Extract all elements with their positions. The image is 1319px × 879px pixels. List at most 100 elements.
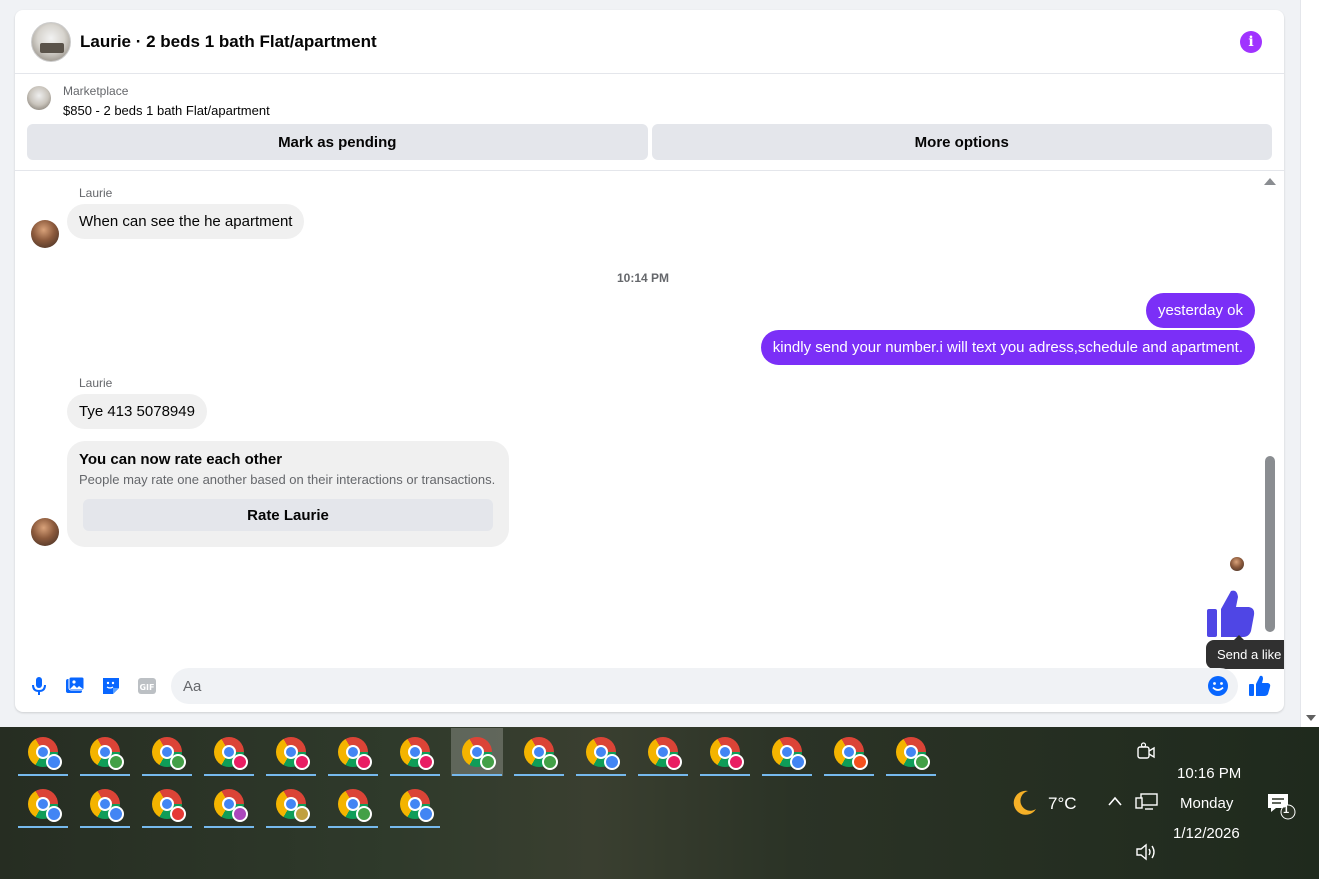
taskbar-chrome-profile-icon[interactable] [389, 728, 441, 776]
running-indicator [824, 774, 874, 776]
profile-badge-icon [604, 754, 620, 770]
running-indicator [18, 774, 68, 776]
volume-icon[interactable] [1135, 842, 1159, 862]
taskbar-chrome-profile-icon[interactable] [141, 780, 193, 828]
contact-avatar[interactable] [31, 518, 59, 546]
running-indicator [266, 774, 316, 776]
taskbar-chrome-profile-icon[interactable] [885, 728, 937, 776]
taskbar-chrome-profile-icon[interactable] [327, 728, 379, 776]
profile-badge-icon [914, 754, 930, 770]
mark-pending-button[interactable]: Mark as pending [27, 124, 648, 160]
chat-window: Laurie · 2 beds 1 bath Flat/apartment i … [15, 10, 1284, 712]
message-input-placeholder: Aa [183, 677, 202, 695]
scroll-thumb[interactable] [1265, 456, 1275, 632]
chrome-icon [772, 737, 806, 770]
taskbar-chrome-profile-icon[interactable] [699, 728, 751, 776]
chrome-icon [400, 789, 434, 822]
message-input[interactable]: Aa [171, 668, 1238, 704]
taskbar-chrome-profile-icon[interactable] [327, 780, 379, 828]
profile-badge-icon [418, 754, 434, 770]
taskbar-chrome-profile-icon[interactable] [17, 728, 69, 776]
outgoing-message[interactable]: kindly send your number.i will text you … [760, 330, 1255, 365]
chrome-icon [586, 737, 620, 770]
meet-now-icon[interactable] [1135, 741, 1157, 763]
thumbs-up-icon[interactable] [1205, 587, 1257, 641]
taskbar-chrome-profile-icon[interactable] [79, 780, 131, 828]
clock-date[interactable]: 1/12/2026 [1173, 825, 1240, 842]
chat-title[interactable]: Laurie · 2 beds 1 bath Flat/apartment [80, 32, 377, 52]
taskbar-chrome-profile-icon[interactable] [79, 728, 131, 776]
chrome-icon [834, 737, 868, 770]
chrome-icon [214, 737, 248, 770]
listing-thumbnail[interactable] [27, 86, 51, 110]
more-options-button[interactable]: More options [651, 124, 1272, 160]
seen-receipt-avatar [1230, 557, 1244, 571]
taskbar-chrome-profile-icon[interactable] [637, 728, 689, 776]
listing-description[interactable]: $850 - 2 beds 1 bath Flat/apartment [63, 103, 270, 118]
running-indicator [514, 774, 564, 776]
running-indicator [18, 826, 68, 828]
profile-badge-icon [666, 754, 682, 770]
taskbar-chrome-profile-icon[interactable] [203, 728, 255, 776]
taskbar-chrome-profile-icon[interactable] [451, 728, 503, 776]
taskbar-chrome-profile-icon[interactable] [265, 780, 317, 828]
microphone-icon[interactable] [27, 674, 51, 698]
taskbar-chrome-profile-icon[interactable] [761, 728, 813, 776]
composer: GIF Aa [15, 660, 1284, 712]
rate-card: You can now rate each other People may r… [67, 441, 509, 547]
notification-center-icon[interactable] [1266, 791, 1298, 823]
running-indicator [700, 774, 750, 776]
send-like-icon[interactable] [1248, 674, 1272, 698]
chat-header: Laurie · 2 beds 1 bath Flat/apartment i [15, 10, 1284, 74]
rate-contact-button[interactable]: Rate Laurie [83, 499, 493, 531]
weather-temperature[interactable]: 7°C [1048, 794, 1077, 814]
chrome-icon [276, 737, 310, 770]
sender-name: Laurie [79, 376, 113, 390]
message-list: Laurie When can see the he apartment 10:… [15, 172, 1284, 669]
clock-time[interactable]: 10:16 PM [1177, 765, 1241, 782]
emoji-icon[interactable] [1206, 674, 1230, 698]
page-scrollbar[interactable] [1300, 0, 1319, 727]
moon-weather-icon[interactable] [1008, 787, 1040, 819]
contact-avatar[interactable] [31, 220, 59, 248]
taskbar-chrome-profile-icon[interactable] [823, 728, 875, 776]
running-indicator [452, 774, 502, 776]
taskbar-chrome-profile-icon[interactable] [513, 728, 565, 776]
taskbar-chrome-profile-icon[interactable] [141, 728, 193, 776]
chevron-up-icon[interactable] [1107, 795, 1123, 807]
incoming-message[interactable]: When can see the he apartment [67, 204, 305, 239]
taskbar-chrome-profile-icon[interactable] [389, 780, 441, 828]
profile-badge-icon [232, 754, 248, 770]
taskbar: 7°C 10:16 PM Monday 1/12/2026 1 [0, 727, 1319, 879]
gif-icon[interactable]: GIF [135, 674, 159, 698]
chrome-icon [214, 789, 248, 822]
message-timestamp: 10:14 PM [617, 271, 670, 285]
profile-badge-icon [46, 806, 62, 822]
listing-panel: Marketplace $850 - 2 beds 1 bath Flat/ap… [15, 74, 1284, 171]
sticker-icon[interactable] [99, 674, 123, 698]
scroll-down-arrow-icon[interactable] [1306, 715, 1316, 721]
taskbar-chrome-profile-icon[interactable] [203, 780, 255, 828]
profile-badge-icon [728, 754, 744, 770]
incoming-message[interactable]: Tye 413 5078949 [67, 394, 207, 429]
profile-badge-icon [294, 754, 310, 770]
info-icon[interactable]: i [1240, 30, 1262, 53]
taskbar-chrome-profile-icon[interactable] [17, 780, 69, 828]
profile-badge-icon [46, 754, 62, 770]
outgoing-message[interactable]: yesterday ok [1145, 293, 1255, 328]
photo-icon[interactable] [63, 674, 87, 698]
profile-badge-icon [108, 806, 124, 822]
taskbar-chrome-profile-icon[interactable] [265, 728, 317, 776]
taskbar-chrome-profile-icon[interactable] [575, 728, 627, 776]
listing-avatar[interactable] [31, 21, 71, 62]
chrome-icon [524, 737, 558, 770]
running-indicator [390, 774, 440, 776]
message-scrollbar[interactable] [1264, 178, 1276, 632]
scroll-up-arrow-icon[interactable] [1264, 178, 1276, 185]
running-indicator [328, 826, 378, 828]
profile-badge-icon [356, 806, 372, 822]
chrome-icon [896, 737, 930, 770]
chrome-icon [28, 789, 62, 822]
clock-day[interactable]: Monday [1180, 795, 1233, 812]
network-icon[interactable] [1135, 793, 1159, 811]
